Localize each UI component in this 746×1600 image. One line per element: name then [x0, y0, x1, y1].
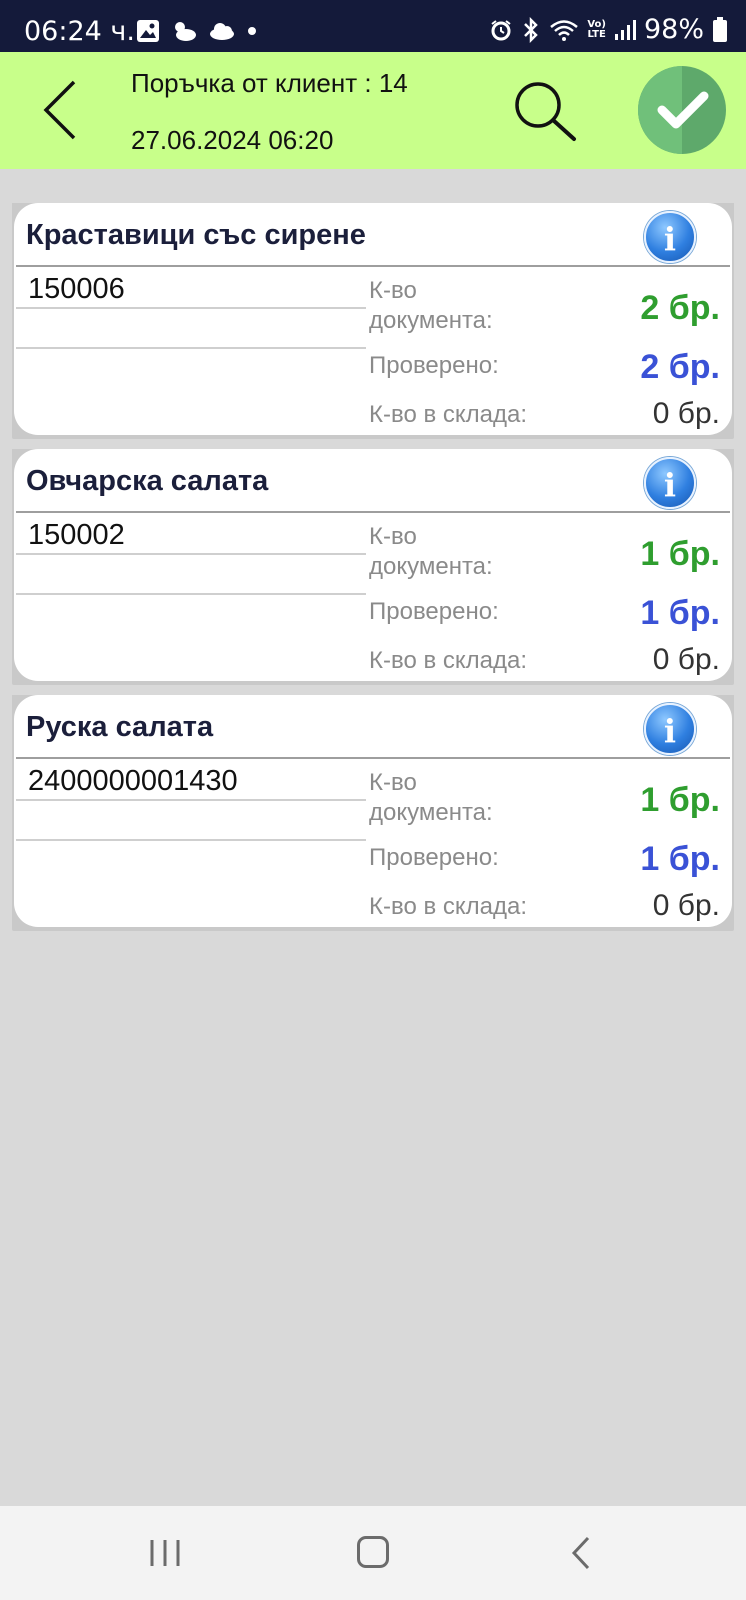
- recent-apps-button[interactable]: [148, 1538, 182, 1568]
- divider: [16, 757, 730, 759]
- battery-percent: 98%: [643, 14, 704, 45]
- info-icon: i: [663, 466, 677, 504]
- item-card[interactable]: Овчарска салата i 150002 К-во документа:…: [14, 449, 732, 681]
- system-navigation-bar: [0, 1506, 746, 1600]
- checked-label: Проверено:: [369, 598, 499, 625]
- battery-icon: [713, 16, 727, 42]
- search-icon: [515, 82, 576, 141]
- doc-qty-value: 2 бр.: [640, 289, 720, 327]
- divider: [16, 347, 366, 349]
- chevron-left-icon: [43, 80, 76, 140]
- doc-qty-label: К-во документа:: [369, 523, 493, 580]
- stock-value: 0 бр.: [652, 643, 720, 676]
- item-card[interactable]: Руска салата i 2400000001430 К-во докуме…: [14, 695, 732, 927]
- chevron-left-icon: [571, 1536, 590, 1570]
- system-icons: Vo) LTE 98%: [489, 14, 728, 45]
- doc-qty-value: 1 бр.: [640, 781, 720, 819]
- weather-sun-cloud-icon: [175, 22, 196, 41]
- item-name: Овчарска салата: [26, 465, 269, 497]
- checked-label: Проверено:: [369, 352, 499, 379]
- stock-label: К-во в склада:: [369, 893, 528, 920]
- stock-label: К-во в склада:: [369, 647, 528, 674]
- item-name: Краставици със сирене: [26, 219, 366, 251]
- item-name: Руска салата: [26, 711, 214, 743]
- item-list: Краставици със сирене i 150006 К-во доку…: [12, 203, 734, 941]
- notification-icons: [136, 19, 258, 43]
- checked-value: 1 бр.: [640, 594, 720, 632]
- divider: [16, 307, 366, 309]
- info-icon: i: [663, 220, 677, 258]
- bluetooth-icon: [524, 16, 539, 43]
- status-bar: 06:24 ч. Vo) LTE 98%: [0, 0, 746, 52]
- check-icon: [657, 91, 709, 129]
- list-item: Руска салата i 2400000001430 К-во докуме…: [12, 695, 734, 931]
- alarm-icon: [491, 19, 511, 40]
- doc-qty-value: 1 бр.: [640, 535, 720, 573]
- item-card[interactable]: Краставици със сирене i 150006 К-во доку…: [14, 203, 732, 435]
- doc-qty-label: К-во документа:: [369, 277, 493, 334]
- gallery-icon: [137, 20, 159, 42]
- item-code: 150006: [28, 273, 125, 305]
- system-back-button[interactable]: [570, 1536, 592, 1570]
- divider: [16, 511, 730, 513]
- cloud-icon: [210, 23, 234, 40]
- status-time: 06:24 ч.: [24, 16, 135, 47]
- volte-label: Vo): [587, 18, 606, 30]
- divider: [16, 799, 366, 801]
- search-button[interactable]: [512, 79, 578, 145]
- info-button[interactable]: i: [644, 457, 696, 509]
- list-item: Краставици със сирене i 150006 К-во доку…: [12, 203, 734, 439]
- list-item: Овчарска салата i 150002 К-во документа:…: [12, 449, 734, 685]
- divider: [16, 839, 366, 841]
- home-button[interactable]: [357, 1536, 389, 1568]
- item-code: 150002: [28, 519, 125, 551]
- volte-indicator: Vo) LTE: [587, 18, 606, 40]
- divider: [16, 593, 366, 595]
- page-title: Поръчка от клиент : 14: [131, 68, 408, 98]
- app-header: Поръчка от клиент : 14 27.06.2024 06:20: [0, 52, 746, 169]
- stock-value: 0 бр.: [652, 889, 720, 922]
- item-code: 2400000001430: [28, 765, 238, 797]
- order-date: 27.06.2024 06:20: [131, 125, 334, 155]
- signal-icon: [614, 19, 636, 40]
- checked-value: 2 бр.: [640, 348, 720, 386]
- recent-apps-icon: [150, 1540, 180, 1566]
- info-icon: i: [663, 712, 677, 750]
- info-button[interactable]: i: [644, 703, 696, 755]
- lte-label: LTE: [587, 28, 606, 40]
- divider: [16, 265, 730, 267]
- checked-label: Проверено:: [369, 844, 499, 871]
- divider: [16, 553, 366, 555]
- back-button[interactable]: [40, 78, 84, 142]
- stock-label: К-во в склада:: [369, 401, 528, 428]
- dot-icon: [248, 27, 256, 35]
- stock-value: 0 бр.: [652, 397, 720, 430]
- checked-value: 1 бр.: [640, 840, 720, 878]
- confirm-button[interactable]: [638, 66, 726, 154]
- wifi-icon: [550, 19, 579, 41]
- doc-qty-label: К-во документа:: [369, 769, 493, 826]
- info-button[interactable]: i: [644, 211, 696, 263]
